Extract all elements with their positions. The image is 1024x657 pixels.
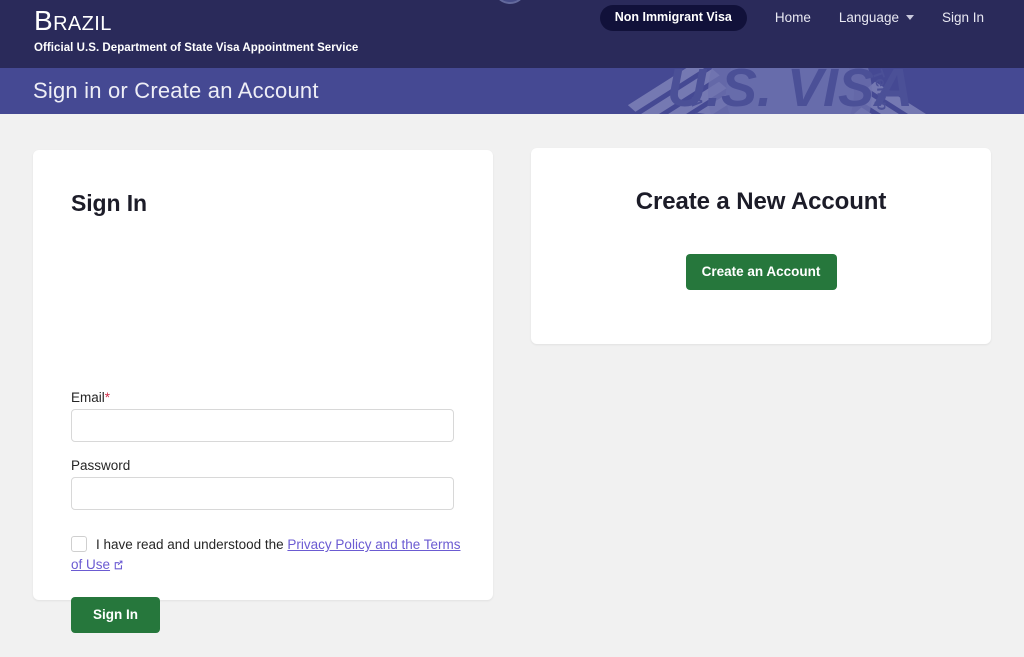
email-label: Email* [71,390,110,406]
svg-text:• Temp: • Temp [865,68,891,111]
email-input[interactable] [71,409,454,442]
password-label: Password [71,458,131,473]
chevron-down-icon [905,15,914,20]
visa-seal-icon [496,0,524,4]
brand-title: Brazil [34,5,112,36]
sign-in-heading: Sign In [71,190,147,216]
nav-item-language-label: Language [838,10,899,25]
email-required-marker: * [104,390,111,405]
consent-text: I have read and understood the [96,537,284,552]
svg-text:U.S. VISA: U.S. VISA [667,68,913,114]
page-root: Brazil Official U.S. Department of State… [0,0,1024,657]
nav-item-sign-in[interactable]: Sign In [942,4,984,32]
create-account-button[interactable]: Create an Account [685,254,837,290]
external-link-icon [114,560,123,570]
site-header: Brazil Official U.S. Department of State… [0,0,1024,68]
nav-item-non-immigrant-visa[interactable]: Non Immigrant Visa [599,5,747,31]
page-title: Sign in or Create an Account [33,78,319,103]
consent-checkbox[interactable] [71,536,87,552]
page-title-banner: U.S. VISA orary V • Temp Sign in or Crea… [0,68,1024,114]
us-visa-watermark-icon: U.S. VISA orary V • Temp [627,68,953,114]
create-account-heading: Create a New Account [635,188,887,215]
brand-subtitle: Official U.S. Department of State Visa A… [34,42,359,54]
sign-in-submit-button[interactable]: Sign In [71,597,160,633]
nav-item-home[interactable]: Home [775,4,811,32]
email-label-text: Email [71,390,105,405]
brand-block: Brazil Official U.S. Department of State… [34,6,358,55]
primary-nav: Non Immigrant Visa Home Language Sign In [599,4,984,32]
sign-in-card: Sign In Email* Password I have read and … [33,150,493,633]
password-input[interactable] [71,477,454,510]
svg-text:orary V: orary V [689,96,721,114]
nav-item-language[interactable]: Language [839,4,914,32]
create-account-card: Create a New Account Create an Account [531,148,991,344]
consent-row: I have read and understood the Privacy P… [71,535,461,575]
